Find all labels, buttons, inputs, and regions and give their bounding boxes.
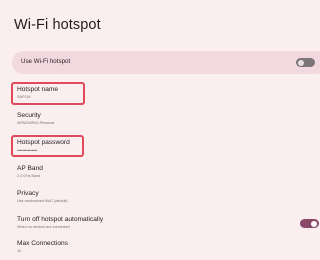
use-hotspot-switch-row[interactable]: Use Wi-Fi hotspot bbox=[12, 51, 320, 74]
max-connections-title[interactable]: Max Connections bbox=[17, 240, 68, 247]
privacy-title[interactable]: Privacy bbox=[17, 190, 39, 197]
auto-off-toggle[interactable] bbox=[300, 219, 319, 228]
max-connections-value: 10 bbox=[17, 249, 22, 253]
auto-off-title[interactable]: Turn off hotspot automatically bbox=[17, 216, 103, 223]
security-value: WPA2/WPA3-Personal bbox=[17, 121, 55, 125]
privacy-value: Use randomized MAC (default) bbox=[17, 199, 68, 203]
page-title: Wi-Fi hotspot bbox=[14, 17, 101, 33]
toggle-knob bbox=[311, 220, 317, 227]
hotspot-name-title[interactable]: Hotspot name bbox=[17, 86, 58, 93]
hotspot-name-value: SNP118 bbox=[17, 95, 31, 99]
ap-band-title[interactable]: AP Band bbox=[17, 165, 43, 172]
use-hotspot-toggle[interactable] bbox=[296, 58, 315, 67]
use-hotspot-label: Use Wi-Fi hotspot bbox=[21, 58, 71, 65]
hotspot-password-title[interactable]: Hotspot password bbox=[17, 139, 70, 146]
security-title[interactable]: Security bbox=[17, 112, 41, 119]
toggle-knob bbox=[298, 59, 304, 66]
ap-band-value: 2.4 GHz Band bbox=[17, 174, 41, 178]
hotspot-password-value: ••••••••••••••• bbox=[17, 148, 38, 153]
auto-off-subtitle: When no devices are connected bbox=[17, 225, 70, 229]
hotspot-settings-screen: Wi-Fi hotspot Use Wi-Fi hotspot Hotspot … bbox=[0, 0, 320, 260]
